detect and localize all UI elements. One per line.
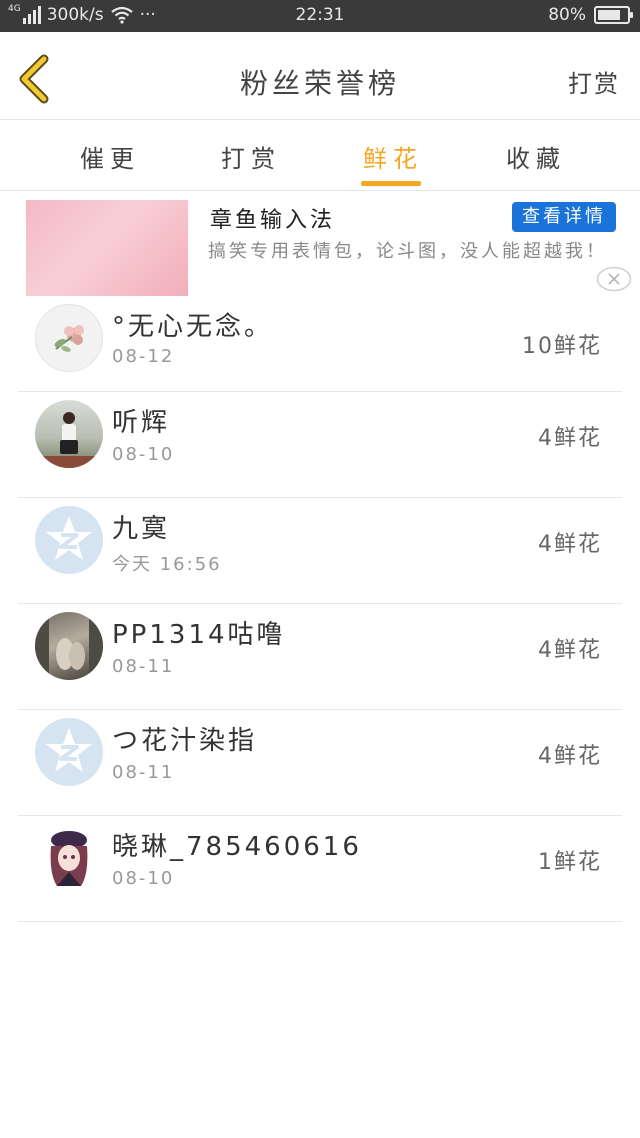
active-tab-indicator xyxy=(361,181,421,186)
list-item[interactable]: °无心无念。 08-12 10鲜花 xyxy=(18,298,622,392)
battery-icon xyxy=(594,6,633,24)
flower-count: 4鲜花 xyxy=(538,532,602,557)
list-item[interactable]: PP1314咕噜 08-11 4鲜花 xyxy=(18,604,622,710)
ad-close-icon[interactable] xyxy=(596,266,632,292)
fan-date: 08-11 xyxy=(112,762,175,783)
tab-urge[interactable]: 催更 xyxy=(80,139,140,174)
fan-date: 08-10 xyxy=(112,868,175,889)
status-bar: 4G 300k/s ··· 22:31 80% xyxy=(0,0,640,32)
fan-name: PP1314咕噜 xyxy=(112,620,286,650)
flower-count: 4鲜花 xyxy=(538,744,602,769)
tab-favorites[interactable]: 收藏 xyxy=(506,139,566,174)
reward-button[interactable]: 打赏 xyxy=(568,64,620,99)
anime-girl-icon xyxy=(50,831,88,886)
person-photo-icon xyxy=(35,612,103,680)
ad-description: 搞笑专用表情包，论斗图，没人能超越我！ xyxy=(208,241,607,262)
flower-count: 4鲜花 xyxy=(538,426,602,451)
list-item[interactable]: つ花汁染指 08-11 4鲜花 xyxy=(18,710,622,816)
battery-percent: 80% xyxy=(548,5,586,25)
qq-star-icon xyxy=(46,728,92,772)
ad-details-button[interactable]: 查看详情 xyxy=(512,202,616,232)
avatar[interactable] xyxy=(35,824,103,892)
fan-date: 今天 16:56 xyxy=(112,554,222,575)
list-item[interactable]: 听辉 08-10 4鲜花 xyxy=(18,392,622,498)
ad-title: 章鱼输入法 xyxy=(210,208,336,233)
fan-date: 08-12 xyxy=(112,346,175,367)
page-title: 粉丝荣誉榜 xyxy=(239,67,400,100)
fan-name: 九寞 xyxy=(112,514,171,544)
ad-image[interactable] xyxy=(26,200,188,296)
fan-date: 08-10 xyxy=(112,444,175,465)
avatar[interactable] xyxy=(35,506,103,574)
tab-flowers[interactable]: 鲜花 xyxy=(363,139,423,174)
header: 粉丝荣誉榜 打赏 xyxy=(0,32,640,120)
tab-reward[interactable]: 打赏 xyxy=(221,139,281,174)
fan-name: 晓琳_785460616 xyxy=(112,832,362,862)
list-item[interactable]: 晓琳_785460616 08-10 1鲜花 xyxy=(18,816,622,922)
status-right: 80% xyxy=(548,5,633,25)
fan-name: °无心无念。 xyxy=(112,312,274,342)
person-photo-icon xyxy=(35,412,103,468)
avatar[interactable] xyxy=(35,612,103,680)
flower-count: 1鲜花 xyxy=(538,850,602,875)
avatar[interactable] xyxy=(35,718,103,786)
fan-date: 08-11 xyxy=(112,656,175,677)
flower-count: 10鲜花 xyxy=(522,334,602,359)
avatar[interactable] xyxy=(35,304,103,372)
avatar[interactable] xyxy=(35,400,103,468)
list-item[interactable]: 九寞 今天 16:56 4鲜花 xyxy=(18,498,622,604)
fan-name: 听辉 xyxy=(112,408,171,438)
ad-banner[interactable]: 章鱼输入法 查看详情 搞笑专用表情包，论斗图，没人能超越我！ xyxy=(0,192,640,298)
fan-list: °无心无念。 08-12 10鲜花 听辉 08-10 4鲜花 九寞 今天 16:… xyxy=(0,298,640,922)
qq-star-icon xyxy=(46,516,92,560)
status-time: 22:31 xyxy=(295,5,345,25)
fan-name: つ花汁染指 xyxy=(112,726,258,756)
flower-count: 4鲜花 xyxy=(538,638,602,663)
tab-bar: 催更 打赏 鲜花 收藏 xyxy=(0,121,640,191)
flower-icon xyxy=(54,325,84,352)
